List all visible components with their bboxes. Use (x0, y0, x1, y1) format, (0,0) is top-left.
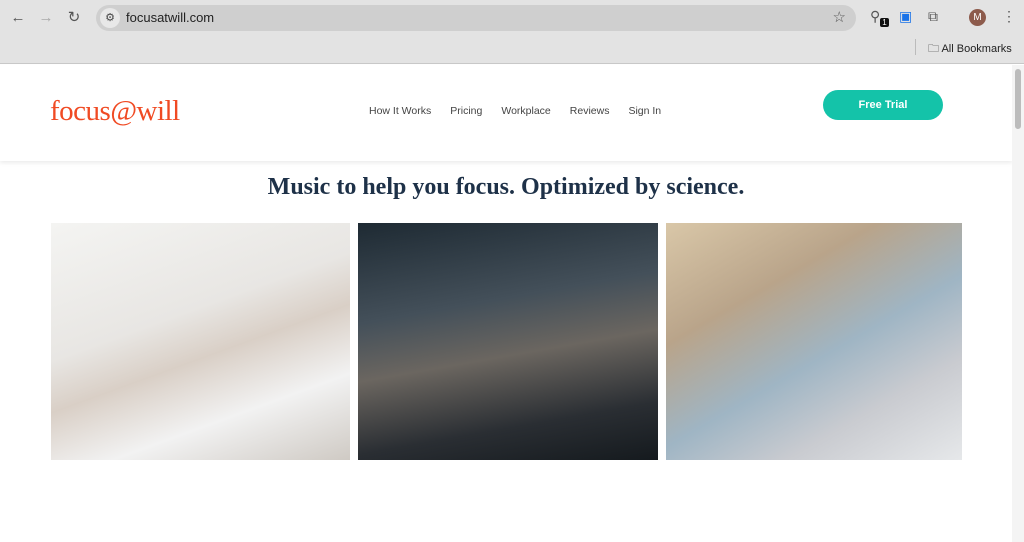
extension-icon[interactable]: ⚲ 1 (870, 8, 889, 27)
headline: Music to help you focus. Optimized by sc… (267, 174, 745, 200)
nav-pricing[interactable]: Pricing (450, 105, 482, 117)
nav-sign-in[interactable]: Sign In (628, 105, 661, 117)
extension-badge: 1 (880, 18, 889, 27)
extensions-puzzle-icon[interactable]: ⧉ (928, 8, 938, 25)
url-text[interactable]: focusatwill.com (126, 10, 214, 25)
bookmark-star-icon[interactable]: ☆ (833, 8, 846, 26)
free-trial-button[interactable]: Free Trial (823, 90, 943, 120)
nav-reviews[interactable]: Reviews (570, 105, 610, 117)
web-page: focus@will How It Works Pricing Workplac… (0, 65, 1012, 542)
nav-workplace[interactable]: Workplace (501, 105, 550, 117)
profile-avatar[interactable]: M (969, 9, 986, 26)
scrollbar[interactable] (1012, 65, 1024, 542)
main-nav: How It Works Pricing Workplace Reviews S… (369, 105, 661, 117)
folder-icon: 🗀 (928, 43, 939, 55)
forward-icon[interactable]: → (36, 8, 56, 28)
all-bookmarks[interactable]: 🗀 All Bookmarks (928, 40, 1012, 59)
screen-capture-icon[interactable]: ▣ (899, 8, 912, 25)
all-bookmarks-label: All Bookmarks (941, 43, 1012, 55)
scrollbar-thumb[interactable] (1015, 69, 1021, 129)
back-icon[interactable]: ← (8, 8, 28, 28)
divider (915, 39, 916, 55)
nav-how-it-works[interactable]: How It Works (369, 105, 431, 117)
site-settings-icon[interactable]: ⚙ (100, 8, 120, 28)
photo-man-headphones (358, 223, 658, 460)
site-logo[interactable]: focus@will (50, 95, 180, 128)
photo-woman-smiling (51, 223, 350, 460)
reload-icon[interactable]: ↻ (64, 8, 84, 28)
browser-toolbar: ← → ↻ ⚙ focusatwill.com ☆ ⚲ 1 ▣ ⧉ M ⋮ 🗀 A… (0, 0, 1024, 64)
address-bar[interactable]: ⚙ focusatwill.com ☆ (96, 5, 856, 31)
photo-man-laptop (666, 223, 962, 460)
menu-kebab-icon[interactable]: ⋮ (1002, 8, 1016, 25)
site-header: focus@will How It Works Pricing Workplac… (0, 65, 1012, 161)
